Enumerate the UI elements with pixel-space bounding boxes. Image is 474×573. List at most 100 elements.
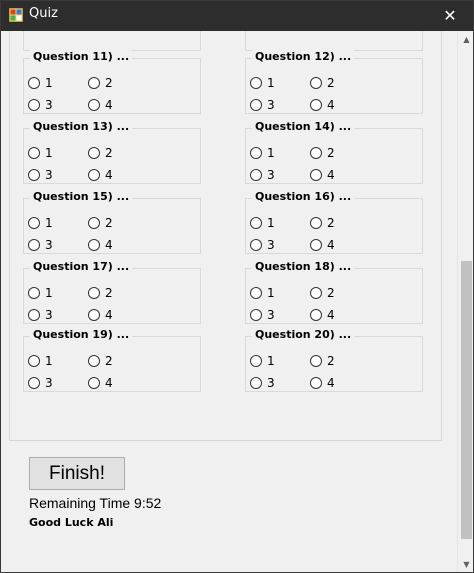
- option-label: 1: [267, 286, 275, 300]
- radio-button[interactable]: [28, 77, 40, 89]
- radio-button[interactable]: [250, 309, 262, 321]
- radio-button[interactable]: [310, 77, 322, 89]
- option-label: 2: [105, 286, 113, 300]
- option-label: 1: [45, 146, 53, 160]
- question-label: Question 16) ...: [252, 190, 355, 203]
- question-group: 34: [23, 31, 201, 51]
- question-label: Question 17) ...: [30, 260, 133, 273]
- radio-button[interactable]: [250, 217, 262, 229]
- option-label: 4: [105, 238, 113, 252]
- option-label: 1: [45, 76, 53, 90]
- close-button[interactable]: ✕: [427, 1, 473, 31]
- radio-button[interactable]: [250, 239, 262, 251]
- option-label: 1: [267, 216, 275, 230]
- radio-button[interactable]: [250, 147, 262, 159]
- option-label: 4: [327, 308, 335, 322]
- radio-button[interactable]: [28, 309, 40, 321]
- option-label: 4: [327, 98, 335, 112]
- question-label: Question 14) ...: [252, 120, 355, 133]
- option-label: 1: [45, 354, 53, 368]
- radio-button[interactable]: [28, 377, 40, 389]
- radio-button[interactable]: [28, 217, 40, 229]
- question-label: Question 12) ...: [252, 50, 355, 63]
- radio-button[interactable]: [28, 147, 40, 159]
- radio-button[interactable]: [250, 355, 262, 367]
- radio-button[interactable]: [28, 239, 40, 251]
- question-label: Question 11) ...: [30, 50, 133, 63]
- option-label: 2: [105, 216, 113, 230]
- radio-button[interactable]: [88, 239, 100, 251]
- radio-button[interactable]: [310, 355, 322, 367]
- radio-button[interactable]: [310, 239, 322, 251]
- question-group: Question 18) ... 1 2 3 4: [245, 260, 423, 324]
- question-group: Question 20) ... 1 2 3 4: [245, 328, 423, 392]
- option-label: 3: [45, 98, 53, 112]
- question-label: Question 18) ...: [252, 260, 355, 273]
- option-label: 3: [45, 308, 53, 322]
- radio-button[interactable]: [310, 287, 322, 299]
- scroll-thumb[interactable]: [461, 261, 472, 539]
- radio-button[interactable]: [88, 355, 100, 367]
- radio-button[interactable]: [88, 287, 100, 299]
- option-label: 1: [267, 354, 275, 368]
- app-icon: [9, 8, 23, 22]
- title-bar: Quiz ✕: [1, 1, 473, 31]
- question-label: Question 15) ...: [30, 190, 133, 203]
- radio-button[interactable]: [28, 287, 40, 299]
- option-label: 4: [105, 168, 113, 182]
- finish-button[interactable]: Finish!: [29, 457, 125, 490]
- good-luck-label: Good Luck Ali: [29, 516, 114, 529]
- radio-button[interactable]: [28, 169, 40, 181]
- option-label: 2: [327, 146, 335, 160]
- option-label: 2: [105, 76, 113, 90]
- radio-button[interactable]: [88, 217, 100, 229]
- option-label: 4: [105, 376, 113, 390]
- radio-button[interactable]: [88, 99, 100, 111]
- radio-button[interactable]: [310, 147, 322, 159]
- radio-button[interactable]: [250, 99, 262, 111]
- option-label: 4: [327, 376, 335, 390]
- option-label: 1: [45, 286, 53, 300]
- remaining-time-label: Remaining Time 9:52: [29, 495, 162, 511]
- option-label: 4: [105, 308, 113, 322]
- option-label: 1: [267, 146, 275, 160]
- option-label: 4: [327, 168, 335, 182]
- scroll-down-icon[interactable]: ▼: [458, 556, 473, 572]
- radio-button[interactable]: [250, 169, 262, 181]
- option-label: 2: [327, 354, 335, 368]
- question-group: Question 15) ... 1 2 3 4: [23, 190, 201, 254]
- option-label: 2: [327, 286, 335, 300]
- radio-button[interactable]: [310, 99, 322, 111]
- close-icon: ✕: [443, 6, 457, 25]
- radio-button[interactable]: [88, 309, 100, 321]
- radio-button[interactable]: [250, 287, 262, 299]
- radio-button[interactable]: [310, 377, 322, 389]
- option-label: 2: [327, 216, 335, 230]
- radio-button[interactable]: [88, 147, 100, 159]
- question-group: Question 12) ... 1 2 3 4: [245, 50, 423, 114]
- option-label: 3: [45, 376, 53, 390]
- quiz-content: 3434Question 11) ...1234Question 12) ...…: [1, 31, 457, 572]
- question-group: Question 14) ... 1 2 3 4: [245, 120, 423, 184]
- option-label: 2: [327, 76, 335, 90]
- radio-button[interactable]: [310, 217, 322, 229]
- radio-button[interactable]: [28, 99, 40, 111]
- radio-button[interactable]: [28, 355, 40, 367]
- radio-button[interactable]: [88, 377, 100, 389]
- radio-button[interactable]: [250, 77, 262, 89]
- radio-button[interactable]: [88, 77, 100, 89]
- question-group: Question 16) ... 1 2 3 4: [245, 190, 423, 254]
- radio-button[interactable]: [310, 309, 322, 321]
- option-label: 3: [267, 376, 275, 390]
- option-label: 2: [105, 146, 113, 160]
- radio-button[interactable]: [310, 169, 322, 181]
- option-label: 3: [267, 308, 275, 322]
- vertical-scrollbar[interactable]: ▲ ▼: [457, 31, 473, 572]
- question-group: Question 11) ... 1 2 3 4: [23, 50, 201, 114]
- option-label: 2: [105, 354, 113, 368]
- window-title: Quiz: [29, 6, 58, 21]
- scroll-up-icon[interactable]: ▲: [458, 31, 473, 48]
- radio-button[interactable]: [250, 377, 262, 389]
- radio-button[interactable]: [88, 169, 100, 181]
- option-label: 3: [45, 168, 53, 182]
